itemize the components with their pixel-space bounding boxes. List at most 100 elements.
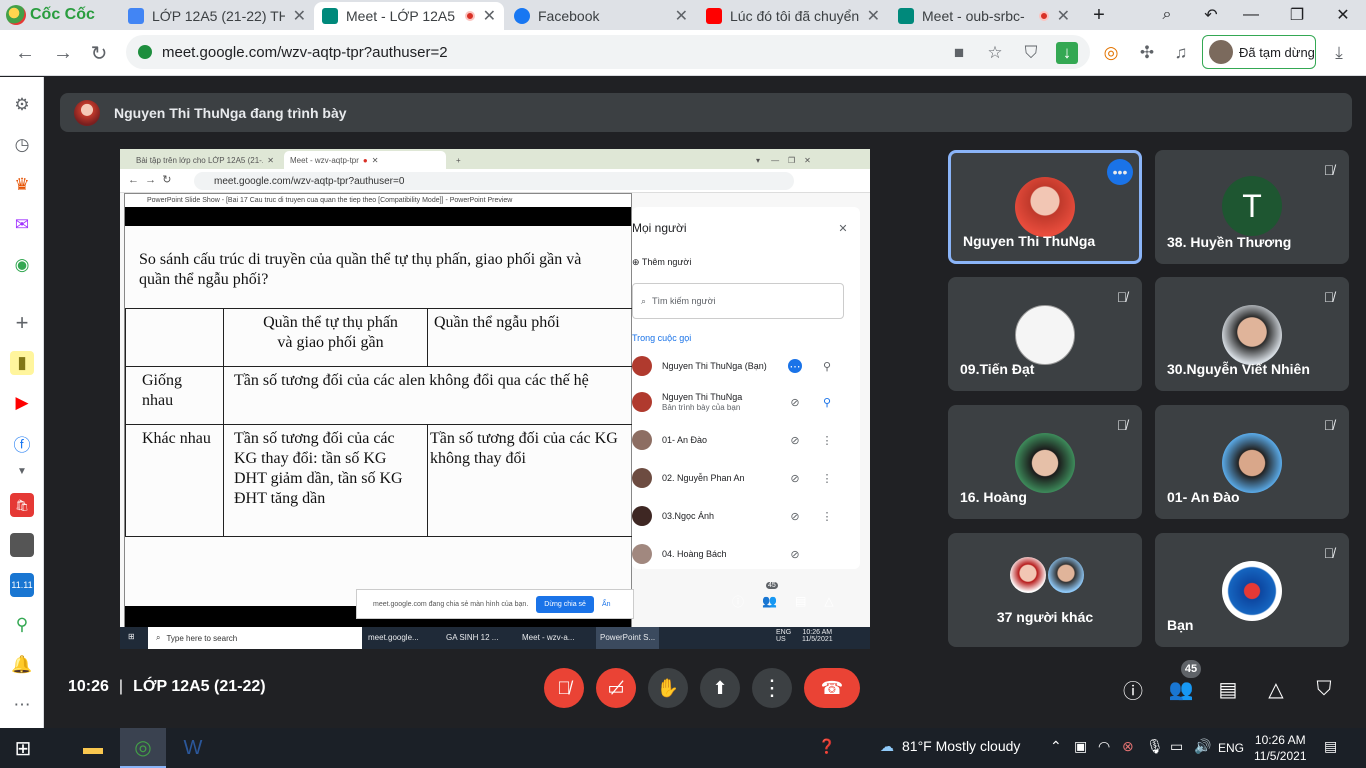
system-clock[interactable]: 10:26 AM 11/5/2021 [1254, 732, 1307, 764]
shield-icon[interactable]: ⛉ [1020, 42, 1042, 64]
close-icon[interactable]: ✕ [675, 6, 688, 26]
recording-icon [464, 11, 475, 21]
inner-tab-classroom: Bài tập trên lớp cho LỚP 12A5 (21-... ✕ [136, 155, 274, 165]
battery-icon[interactable]: ▭ [1170, 738, 1183, 755]
activities-icon: △ [824, 594, 834, 608]
inner-tab-meet: Meet - wzv-aqtp-tpr ● ✕ [284, 151, 446, 169]
self-tile[interactable]: 🎙̸ Bạn [1155, 533, 1349, 647]
host-controls-icon[interactable]: ⛉ [1311, 676, 1337, 702]
row-label-similar: Giống nhau [125, 366, 224, 425]
weather-widget[interactable]: ☁ 81°F Mostly cloudy [880, 738, 1020, 755]
help-icon[interactable]: ❓ [818, 738, 835, 755]
participant-tile[interactable]: T 🎙̸ 38. Huyền Thương [1155, 150, 1349, 264]
people-icon[interactable]: 👥 [1168, 676, 1194, 702]
row-similar-text: Tần số tương đối của các alen không đổi … [223, 366, 633, 425]
mic-off-icon: 🎙̸ [1116, 417, 1128, 433]
close-icon[interactable]: ✕ [293, 6, 306, 26]
meeting-details-icon[interactable]: ⓘ [1120, 676, 1146, 703]
present-button[interactable]: ⬆ [700, 668, 740, 708]
tiki-icon[interactable]: 11.11 [10, 573, 34, 597]
facebook-icon[interactable]: ⓕ [10, 431, 34, 455]
messenger-icon[interactable]: ✉ [10, 213, 34, 237]
info-icon: ⓘ [732, 594, 745, 609]
notes-icon[interactable]: ▮ [10, 351, 34, 375]
wifi-icon[interactable]: ◠ [1098, 738, 1110, 755]
windows-start-icon[interactable]: ⊞ [0, 728, 46, 768]
youtube-icon[interactable]: ▶ [10, 391, 34, 415]
participant-tile-presenter[interactable]: ••• Nguyen Thi ThuNga [948, 150, 1142, 264]
camera-toggle-button[interactable]: ▭̸ [596, 668, 636, 708]
tab-meet-2[interactable]: Meet - oub-srbc- ✕ [890, 2, 1078, 30]
word-icon[interactable]: W [170, 728, 216, 768]
chevron-down-icon[interactable]: ▼ [10, 459, 34, 483]
settings-icon[interactable]: ⚙ [10, 93, 34, 117]
tab-meet-active[interactable]: Meet - LỚP 12A5 ✕ [314, 2, 504, 30]
reload-button[interactable]: ↻ [84, 38, 114, 68]
minimize-button[interactable]: — [1228, 0, 1274, 30]
forward-button[interactable]: → [48, 38, 78, 68]
avatar [632, 430, 652, 450]
coccoc-taskbar-icon[interactable]: ◎ [120, 728, 166, 768]
address-bar[interactable]: meet.google.com/wzv-aqtp-tpr?authuser=2 [126, 35, 1090, 69]
participant-tile[interactable]: 🎙̸ 09.Tiến Đạt [948, 277, 1142, 391]
crown-icon[interactable]: ♛ [10, 173, 34, 197]
participant-tile[interactable]: 🎙̸ 16. Hoàng [948, 405, 1142, 519]
notification-center-icon[interactable]: ▤ [1324, 738, 1337, 755]
inner-app-4: PowerPoint S... [596, 627, 660, 649]
notification-bell-icon[interactable]: 🔔 [10, 653, 34, 677]
history-icon[interactable]: ◷ [10, 133, 34, 157]
tab-search-icon[interactable]: ⌕ [1144, 0, 1190, 30]
raise-hand-button[interactable]: ✋ [648, 668, 688, 708]
close-icon[interactable]: ✕ [483, 6, 496, 26]
game-character-icon[interactable] [10, 533, 34, 557]
shop-icon[interactable]: 🛍 [10, 493, 34, 517]
star-icon[interactable]: ☆ [984, 42, 1006, 64]
participant-tile[interactable]: 🎙̸ 30.Nguyễn Viết Nhiên [1155, 277, 1349, 391]
security-icon[interactable]: ⊗ [1122, 738, 1134, 755]
maximize-button[interactable]: ❐ [1274, 0, 1320, 30]
profile-paused-button[interactable]: Đã tạm dừng [1202, 35, 1316, 69]
close-icon[interactable]: ✕ [867, 6, 880, 26]
language-indicator[interactable]: ENG [1218, 741, 1244, 755]
microphone-icon[interactable]: 🎙 [1146, 738, 1164, 755]
camera-icon[interactable]: ■ [948, 42, 970, 64]
others-tile[interactable]: 37 người khác [948, 533, 1142, 647]
game-icon[interactable]: ◉ [10, 253, 34, 277]
tab-lop12a5[interactable]: LỚP 12A5 (21-22) TH ✕ [120, 2, 314, 30]
chat-icon[interactable]: ▤ [1215, 676, 1241, 702]
more-options-icon[interactable]: ••• [1107, 159, 1133, 185]
download-icon[interactable]: ↓ [1056, 42, 1078, 64]
chevron-up-icon[interactable]: ⌃ [1050, 738, 1062, 755]
mic-off-icon: 🎙̸ [1323, 289, 1335, 305]
coccoc-logo[interactable]: Cốc Cốc [6, 4, 95, 26]
add-icon[interactable]: + [10, 310, 34, 335]
meet-present-icon[interactable]: ▣ [1074, 738, 1087, 755]
map-pin-icon[interactable]: ⚲ [10, 613, 34, 637]
in-call-section: Trong cuộc gọi [632, 333, 692, 343]
shared-screen: Bài tập trên lớp cho LỚP 12A5 (21-... ✕ M… [120, 149, 870, 649]
tab-youtube[interactable]: Lúc đó tôi đã chuyển ✕ [698, 2, 888, 30]
mic-toggle-button[interactable]: 🎙̸ [544, 668, 584, 708]
more-options-button[interactable]: ⋮ [752, 668, 792, 708]
back-button[interactable]: ← [10, 38, 40, 68]
avatar [1209, 40, 1233, 64]
file-explorer-icon[interactable]: ▬ [70, 728, 116, 768]
mic-off-icon: 🎙̸ [1323, 417, 1335, 433]
more-vert-icon: ⋮ [821, 510, 833, 523]
close-icon[interactable]: ✕ [1057, 6, 1070, 26]
extensions-icon[interactable]: ✣ [1136, 42, 1158, 64]
more-icon[interactable]: ⋯ [10, 693, 34, 717]
participant-tile[interactable]: 🎙̸ 01- An Đào [1155, 405, 1349, 519]
coccoc-extension-icon[interactable]: ◎ [1100, 42, 1122, 64]
close-window-button[interactable]: ✕ [1320, 0, 1366, 30]
downloads-icon[interactable]: ⤓ [1328, 42, 1350, 64]
new-tab-button[interactable]: + [1076, 0, 1122, 30]
activities-icon[interactable]: △ [1263, 676, 1289, 702]
pin-icon: ⚲ [822, 360, 832, 373]
secure-lock-icon [138, 45, 152, 59]
volume-icon[interactable]: 🔊 [1194, 738, 1211, 755]
tab-facebook[interactable]: Facebook ✕ [506, 2, 696, 30]
playlist-icon[interactable]: ♫ [1170, 42, 1192, 64]
leave-call-button[interactable]: ☎ [804, 668, 860, 708]
inner-search-box: ⌕ Type here to search [148, 627, 362, 649]
